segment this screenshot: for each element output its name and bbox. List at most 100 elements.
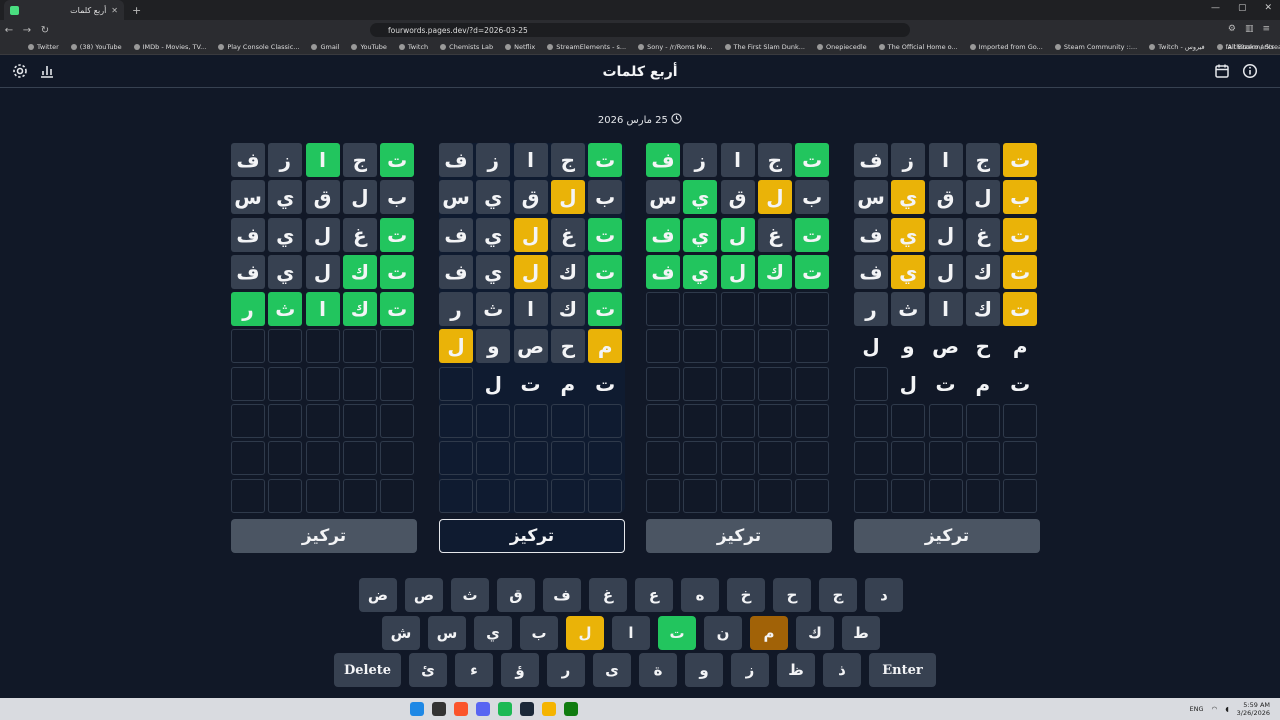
key[interactable]: ت	[658, 616, 696, 650]
focus-button[interactable]: تركيز	[439, 519, 625, 553]
empty-tile	[231, 366, 265, 401]
focus-button[interactable]: تركيز	[231, 519, 417, 553]
key[interactable]: ن	[704, 616, 742, 650]
key[interactable]: ك	[796, 616, 834, 650]
bookmark-item[interactable]: IMDb - Movies, TV...	[133, 43, 206, 51]
key[interactable]: ق	[497, 578, 535, 612]
volume-icon[interactable]: ◖	[1225, 705, 1228, 713]
bookmark-item[interactable]: The Official Home o...	[878, 43, 958, 51]
bookmark-item[interactable]: StreamElements - s...	[547, 43, 626, 51]
new-tab-icon[interactable]: +	[132, 4, 141, 17]
key[interactable]: ج	[819, 578, 857, 612]
letter-tile: ل	[342, 180, 377, 215]
folder-icon[interactable]	[542, 702, 556, 716]
bookmark-label: Gmail	[320, 43, 340, 51]
bookmark-item[interactable]: Onepiecedle	[816, 43, 867, 51]
info-icon[interactable]	[1241, 63, 1259, 81]
all-bookmarks-link[interactable]: All Bookmarks	[1228, 43, 1274, 51]
key[interactable]: ر	[547, 653, 585, 687]
key[interactable]: ء	[455, 653, 493, 687]
browser-tab[interactable]: أربع كلمات ✕	[4, 0, 124, 20]
bookmark-item[interactable]: Steam Community ::...	[1054, 43, 1137, 51]
delete-key[interactable]: Delete	[334, 653, 401, 687]
bookmark-label: Netflix	[514, 43, 536, 51]
window-close-icon[interactable]: ✕	[1264, 3, 1272, 13]
key[interactable]: ؤ	[501, 653, 539, 687]
sidebar-icon[interactable]: ▥	[1245, 24, 1254, 34]
key[interactable]: ب	[520, 616, 558, 650]
key[interactable]: ط	[842, 616, 880, 650]
reload-icon[interactable]: ↻	[36, 25, 54, 36]
language-indicator[interactable]: ENG	[1190, 705, 1204, 713]
brave-icon[interactable]	[454, 702, 468, 716]
bookmark-item[interactable]: Play Console Classic...	[218, 43, 299, 51]
key[interactable]: ه	[681, 578, 719, 612]
clock[interactable]: 5:59 AM 3/26/2026	[1237, 701, 1270, 717]
bookmark-item[interactable]: Twitch - فيروس	[1149, 43, 1205, 51]
discord-icon[interactable]	[476, 702, 490, 716]
key[interactable]: ئ	[409, 653, 447, 687]
key[interactable]: ش	[382, 616, 420, 650]
key[interactable]: ع	[635, 578, 673, 612]
letter-tile: ج	[757, 143, 792, 177]
url-field[interactable]: fourwords.pages.dev/?d=2026-03-25	[370, 23, 910, 37]
extension-icon[interactable]: ⚙	[1228, 24, 1236, 34]
steam-icon[interactable]	[520, 702, 534, 716]
letter-tile: ز	[268, 143, 303, 177]
empty-tile	[588, 404, 623, 439]
forward-icon[interactable]: →	[18, 25, 36, 36]
letter-tile: ل	[305, 217, 340, 252]
key[interactable]: ى	[593, 653, 631, 687]
key[interactable]: ص	[405, 578, 443, 612]
key[interactable]: غ	[589, 578, 627, 612]
focus-button[interactable]: تركيز	[646, 519, 832, 553]
key[interactable]: ح	[773, 578, 811, 612]
key[interactable]: ض	[359, 578, 397, 612]
key[interactable]: ذ	[823, 653, 861, 687]
tab-close-icon[interactable]: ✕	[111, 6, 118, 15]
key[interactable]: خ	[727, 578, 765, 612]
key[interactable]: ا	[612, 616, 650, 650]
bookmark-item[interactable]: YouTube	[351, 43, 387, 51]
bookmark-item[interactable]: Imported from Go...	[969, 43, 1043, 51]
bookmark-item[interactable]: Netflix	[505, 43, 535, 51]
key[interactable]: س	[428, 616, 466, 650]
bookmark-item[interactable]: Chemists Lab	[440, 43, 493, 51]
menu-icon[interactable]: ≡	[1262, 24, 1270, 34]
back-icon[interactable]: ←	[0, 25, 18, 36]
bar-chart-icon[interactable]	[38, 63, 56, 81]
browser-address-bar: ← → ↻ fourwords.pages.dev/?d=2026-03-25 …	[0, 20, 1280, 40]
empty-tile	[550, 478, 585, 513]
wifi-icon[interactable]: ◠	[1212, 705, 1218, 713]
bookmark-item[interactable]: The First Slam Dunk...	[724, 43, 805, 51]
spotify-icon[interactable]	[498, 702, 512, 716]
bookmark-item[interactable]: Sony - /r/Roms Me...	[638, 43, 713, 51]
key[interactable]: و	[685, 653, 723, 687]
bookmark-item[interactable]: Gmail	[311, 43, 339, 51]
gear-icon[interactable]	[11, 63, 29, 81]
letter-tile: ب	[1003, 180, 1038, 215]
focus-button[interactable]: تركيز	[854, 519, 1040, 553]
letter-tile: ل	[928, 217, 963, 252]
key[interactable]: ل	[566, 616, 604, 650]
key[interactable]: م	[750, 616, 788, 650]
search-icon[interactable]	[432, 702, 446, 716]
key[interactable]: د	[865, 578, 903, 612]
letter-tile: ت	[588, 292, 623, 327]
enter-key[interactable]: Enter	[869, 653, 936, 687]
bookmark-item[interactable]: (38) YouTube	[70, 43, 122, 51]
key[interactable]: ف	[543, 578, 581, 612]
bookmark-item[interactable]: Twitch	[398, 43, 428, 51]
empty-tile	[550, 404, 585, 439]
minimize-icon[interactable]: —	[1211, 3, 1220, 13]
bookmark-item[interactable]: Twitter	[28, 43, 59, 51]
key[interactable]: ي	[474, 616, 512, 650]
calendar-icon[interactable]	[1213, 63, 1231, 81]
key[interactable]: ظ	[777, 653, 815, 687]
key[interactable]: ث	[451, 578, 489, 612]
key[interactable]: ز	[731, 653, 769, 687]
start-icon[interactable]	[410, 702, 424, 716]
key[interactable]: ة	[639, 653, 677, 687]
maximize-icon[interactable]: ▢	[1238, 3, 1247, 13]
xbox-icon[interactable]	[564, 702, 578, 716]
